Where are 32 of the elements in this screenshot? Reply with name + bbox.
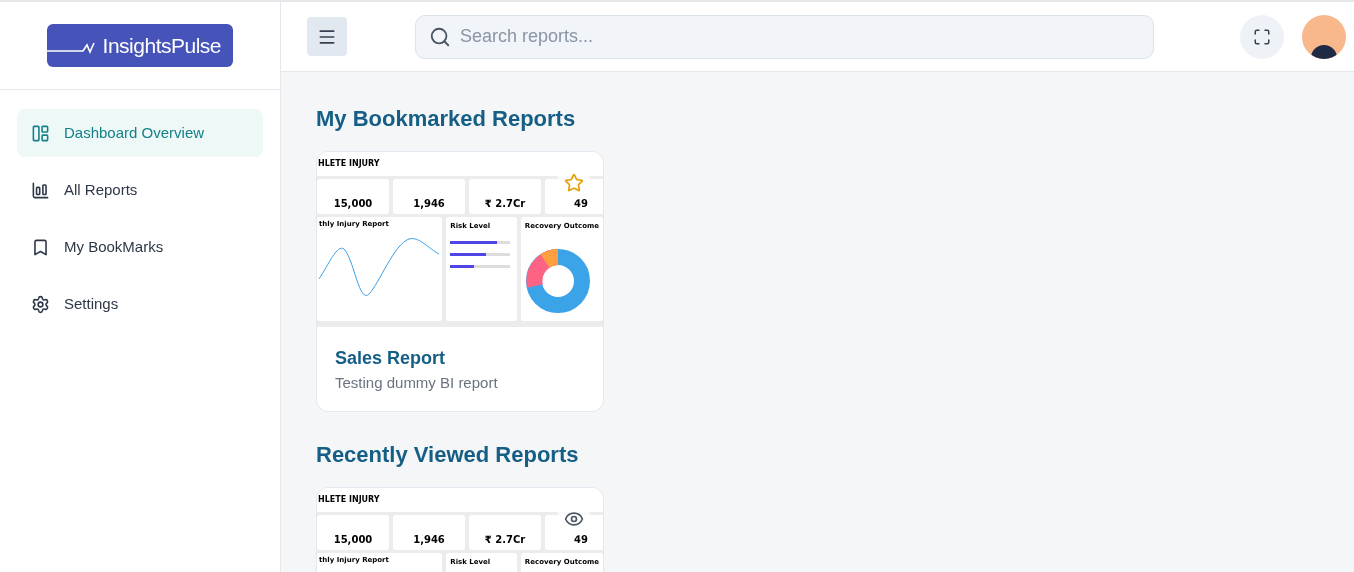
logo-text: InsightsPulse bbox=[102, 32, 221, 59]
settings-icon bbox=[31, 294, 50, 314]
layout-icon bbox=[31, 123, 50, 143]
kpi-value: 49 bbox=[574, 197, 588, 211]
fullscreen-button[interactable] bbox=[1240, 14, 1284, 59]
search-icon bbox=[429, 25, 451, 48]
section-title: Recently Viewed Reports bbox=[316, 440, 580, 469]
report-name: Sales Report bbox=[335, 347, 447, 370]
kpi-value: 15,000 bbox=[333, 532, 373, 547]
sidebar-item[interactable]: Settings bbox=[17, 280, 263, 328]
logo[interactable]: InsightsPulse bbox=[47, 24, 233, 67]
kpi-value: ₹ 2.7Cr bbox=[484, 532, 526, 547]
sidebar-item[interactable]: All Reports bbox=[17, 166, 263, 214]
kpi-value: 1,946 bbox=[413, 197, 445, 211]
fullscreen-icon bbox=[1253, 27, 1271, 46]
report-description: Testing dummy BI report bbox=[335, 373, 499, 393]
sidebar-item[interactable]: My BookMarks bbox=[17, 223, 263, 271]
kpi-value: ₹ 2.7Cr bbox=[484, 197, 526, 211]
kpi-value: 49 bbox=[574, 532, 588, 547]
thumbnail-title: HLETE INJURY bbox=[318, 158, 380, 170]
sidebar-item[interactable]: Dashboard Overview bbox=[17, 109, 263, 157]
kpi-value: 15,000 bbox=[333, 197, 373, 211]
chart-icon bbox=[31, 180, 50, 200]
star-icon[interactable] bbox=[564, 173, 584, 193]
menu-button[interactable] bbox=[307, 17, 347, 56]
avatar[interactable] bbox=[1302, 14, 1346, 59]
donut-chart-drawing bbox=[524, 247, 591, 314]
section-title: My Bookmarked Reports bbox=[316, 105, 577, 133]
search-field[interactable]: Search reports... bbox=[415, 14, 1154, 59]
bookmark-icon bbox=[31, 237, 50, 257]
kpi-value: 1,946 bbox=[413, 532, 445, 547]
thumbnail-title: HLETE INJURY bbox=[318, 493, 380, 506]
